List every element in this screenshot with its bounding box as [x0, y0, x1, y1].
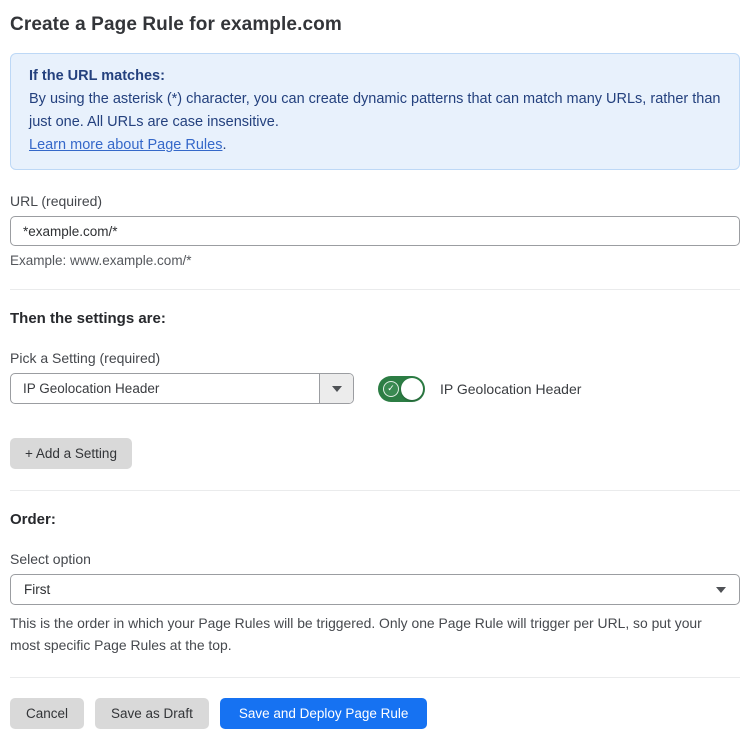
info-box-link-line: Learn more about Page Rules.	[29, 134, 721, 157]
url-field-example: Example: www.example.com/*	[10, 253, 740, 268]
chevron-down-icon	[332, 386, 342, 392]
settings-section-heading: Then the settings are:	[10, 310, 740, 327]
chevron-down-icon	[716, 587, 726, 593]
save-draft-button[interactable]: Save as Draft	[95, 698, 209, 729]
setting-picker-label: Pick a Setting (required)	[10, 350, 740, 366]
order-select[interactable]: First	[10, 574, 740, 605]
divider	[10, 677, 740, 678]
order-select-value: First	[24, 582, 50, 597]
add-setting-button[interactable]: + Add a Setting	[10, 438, 132, 469]
url-input[interactable]	[10, 216, 740, 246]
create-page-rule-form: Create a Page Rule for example.com If th…	[0, 0, 750, 743]
info-box-body: By using the asterisk (*) character, you…	[29, 88, 721, 134]
check-icon: ✓	[383, 381, 399, 397]
url-match-info-box: If the URL matches: By using the asteris…	[10, 53, 740, 170]
order-help-text: This is the order in which your Page Rul…	[10, 613, 732, 656]
url-field-label: URL (required)	[10, 193, 740, 209]
setting-select[interactable]: IP Geolocation Header	[10, 373, 354, 404]
learn-more-link[interactable]: Learn more about Page Rules	[29, 137, 222, 153]
ip-geolocation-toggle[interactable]: ✓	[378, 376, 425, 402]
divider	[10, 490, 740, 491]
setting-select-value: IP Geolocation Header	[11, 374, 319, 403]
form-actions: Cancel Save as Draft Save and Deploy Pag…	[10, 698, 740, 729]
setting-row: IP Geolocation Header ✓ IP Geolocation H…	[10, 373, 740, 404]
divider	[10, 289, 740, 290]
order-select-label: Select option	[10, 551, 740, 567]
setting-select-dropdown-button[interactable]	[319, 374, 353, 403]
save-deploy-button[interactable]: Save and Deploy Page Rule	[220, 698, 428, 729]
page-title: Create a Page Rule for example.com	[10, 14, 740, 36]
toggle-label: IP Geolocation Header	[440, 381, 581, 397]
link-period: .	[222, 137, 226, 153]
info-box-heading: If the URL matches:	[29, 65, 721, 88]
order-section-heading: Order:	[10, 511, 740, 528]
toggle-knob	[401, 378, 423, 400]
cancel-button[interactable]: Cancel	[10, 698, 84, 729]
